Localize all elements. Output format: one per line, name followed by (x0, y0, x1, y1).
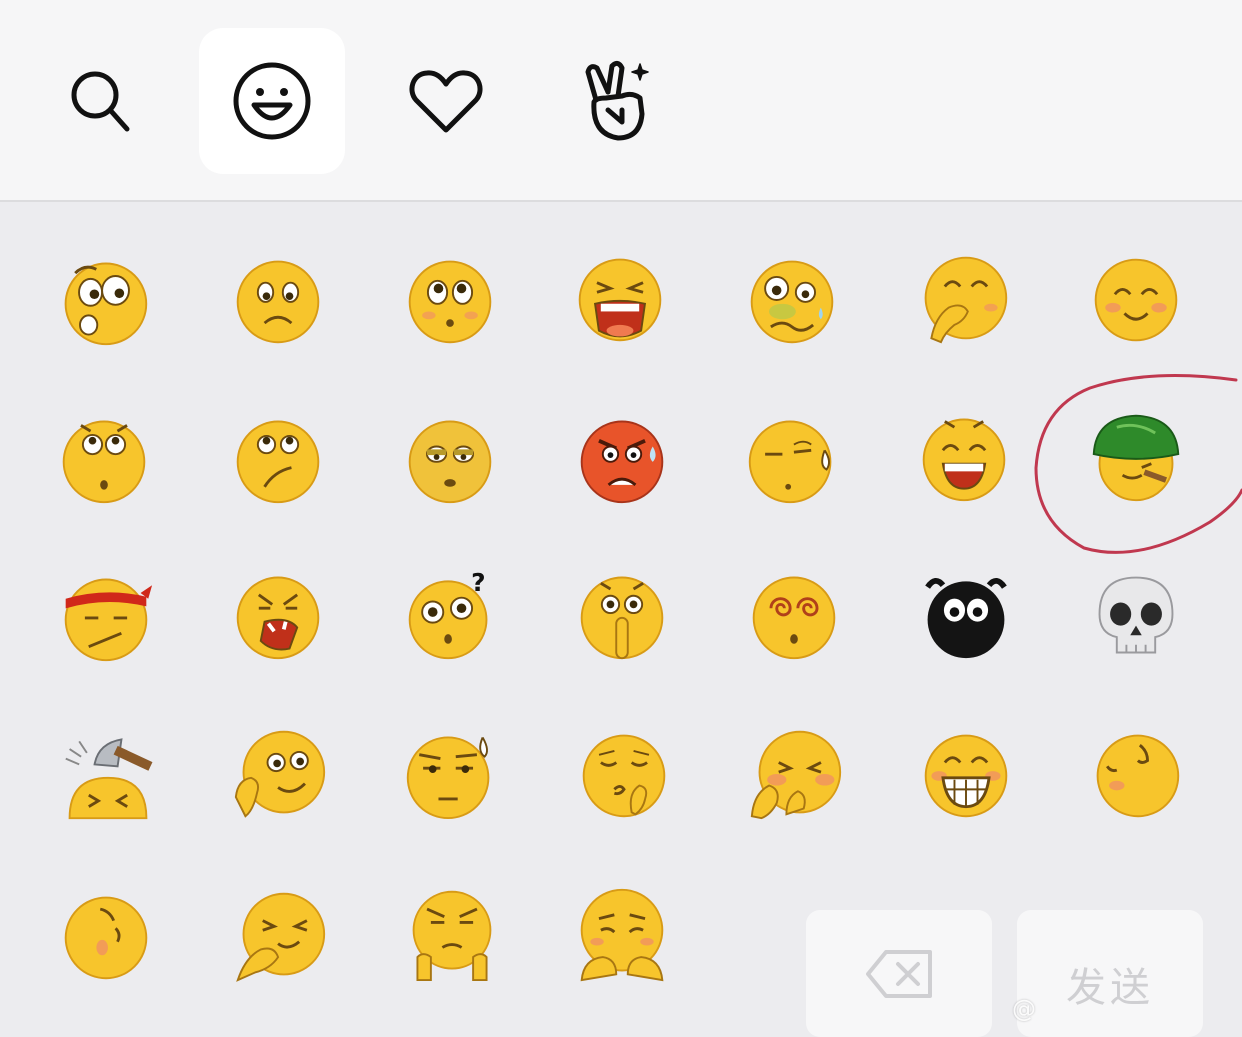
emoji-rolling-eyes[interactable] (56, 410, 152, 506)
delete-button[interactable] (806, 910, 992, 1037)
emoji-lying-shy[interactable] (58, 888, 154, 984)
emoji-fierce-shout[interactable] (230, 566, 326, 662)
svg-text:?: ? (471, 568, 485, 597)
emoji-black-ghost[interactable] (918, 566, 1014, 662)
tab-favorites[interactable] (373, 28, 519, 174)
emoji-category-tabbar (0, 0, 1242, 202)
victory-hand-sparkle-icon (585, 60, 649, 141)
emoji-pitiful[interactable] (402, 252, 498, 348)
emoji-big-grin[interactable] (918, 726, 1014, 822)
emoji-surprised[interactable] (56, 252, 152, 348)
emoji-headband-determined[interactable] (58, 568, 154, 664)
emoji-frowning-hands[interactable] (404, 886, 500, 982)
emoji-shy-hands[interactable] (748, 726, 844, 822)
backspace-icon (866, 949, 932, 998)
emoji-tilted-shy[interactable] (1088, 726, 1184, 822)
smiley-icon (233, 62, 311, 140)
emoji-thinking-smirk[interactable] (232, 726, 328, 822)
emoji-screaming[interactable] (572, 250, 668, 346)
emoji-angry-red-sweat[interactable] (574, 410, 670, 506)
emoji-covering-mouth-laugh[interactable] (916, 250, 1012, 346)
tab-emoji[interactable] (199, 28, 345, 174)
tab-stickers[interactable] (545, 28, 691, 174)
emoji-skull[interactable] (1088, 568, 1184, 664)
emoji-drunk[interactable] (744, 252, 840, 348)
emoji-blushing-smile[interactable] (1088, 252, 1184, 348)
emoji-awkward-sweat[interactable] (744, 410, 840, 506)
emoji-grinning[interactable] (916, 408, 1012, 504)
emoji-shush[interactable] (574, 566, 670, 662)
emoji-sneaky-laugh[interactable] (232, 888, 328, 984)
emoji-speechless-sweat[interactable] (402, 724, 498, 820)
emoji-pleading[interactable] (574, 886, 670, 982)
emoji-unhappy[interactable] (230, 410, 326, 506)
watermark: @ (1012, 995, 1036, 1023)
emoji-hammer-hit[interactable] (60, 726, 156, 822)
emoji-question-confused[interactable]: ? (402, 566, 498, 662)
search-icon (71, 71, 130, 132)
heart-icon (409, 70, 483, 133)
tab-search[interactable] (28, 28, 174, 174)
emoji-green-hat-smoking[interactable] (1088, 408, 1184, 504)
emoji-kiss[interactable] (576, 726, 672, 822)
emoji-sad[interactable] (230, 252, 326, 348)
emoji-sleepy[interactable] (402, 410, 498, 506)
emoji-dizzy-eyes[interactable] (746, 566, 842, 662)
